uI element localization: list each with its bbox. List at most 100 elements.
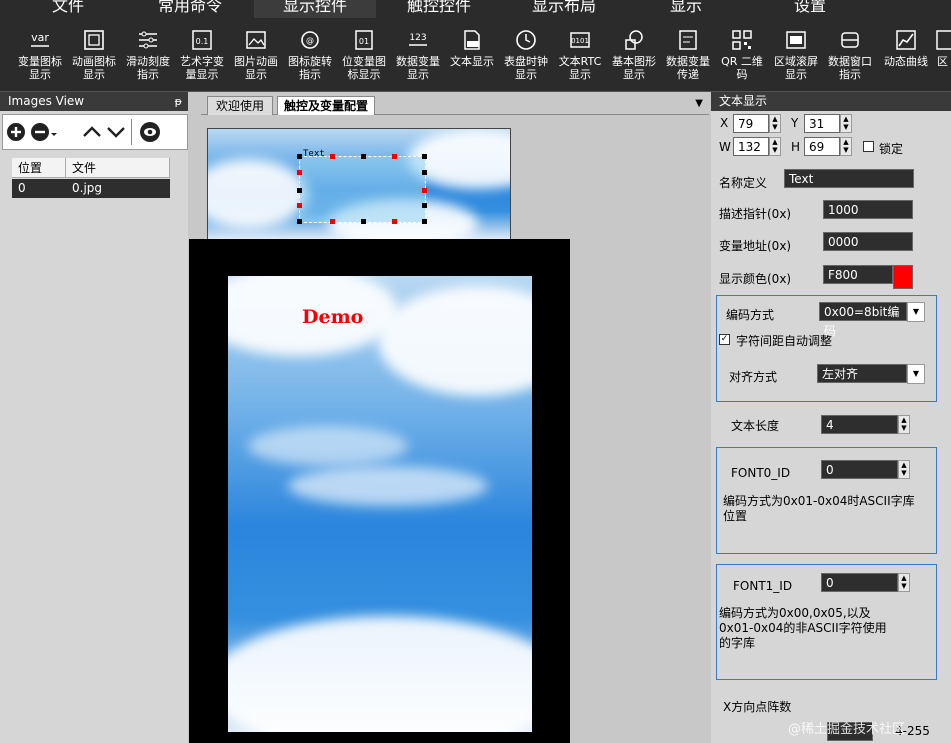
menu-touch-controls[interactable]: 触控控件 — [378, 0, 500, 18]
remove-icon[interactable] — [29, 121, 51, 143]
images-view-panel: Images View ᵽ 位置 文件 0 0.jpg — [0, 92, 188, 743]
tool-art-font-variable[interactable]: 0.1 艺术字变 量显示 — [174, 24, 230, 88]
align-select[interactable]: 左对齐 — [817, 364, 907, 383]
resize-handle[interactable] — [361, 154, 366, 159]
text-length-input[interactable]: 4 — [821, 415, 898, 434]
resize-handle[interactable] — [297, 203, 302, 208]
font0-stepper[interactable]: ▲ ▼ — [898, 460, 910, 479]
tab-welcome[interactable]: 欢迎使用 — [207, 96, 273, 115]
resize-handle[interactable] — [422, 188, 427, 193]
tool-animation-icon-display[interactable]: 动画图标 显示 — [66, 24, 122, 88]
chevron-down-icon[interactable]: ▼ — [907, 302, 925, 322]
color-swatch[interactable] — [893, 265, 913, 289]
tool-slider-scale[interactable]: 滑动刻度 指示 — [120, 24, 176, 88]
tool-data-variable-display[interactable]: 123 数据变量 显示 — [390, 24, 446, 88]
desc-pointer-input[interactable]: 1000 — [823, 200, 913, 219]
dropdown-caret-icon[interactable] — [49, 121, 59, 143]
resize-handle[interactable] — [392, 154, 397, 159]
resize-handle[interactable] — [422, 170, 427, 175]
resize-handle[interactable] — [297, 188, 302, 193]
resize-handle[interactable] — [422, 154, 427, 159]
column-header-position[interactable]: 位置 — [12, 158, 66, 178]
font1-input[interactable]: 0 — [821, 573, 898, 592]
x-input[interactable]: 79 — [733, 114, 769, 133]
h-input[interactable]: 69 — [804, 137, 840, 156]
w-input[interactable]: 132 — [733, 137, 769, 156]
menu-file[interactable]: 文件 — [20, 0, 116, 18]
resize-handle[interactable] — [330, 154, 335, 159]
w-stepper[interactable]: ▲ ▼ — [769, 137, 781, 156]
tab-touch-variable-config[interactable]: 触控及变量配置 — [277, 96, 375, 115]
menu-common-commands[interactable]: 常用命令 — [132, 0, 248, 18]
menu-settings[interactable]: 设置 — [762, 0, 858, 18]
x-stepper[interactable]: ▲ ▼ — [769, 114, 781, 133]
resize-handle[interactable] — [297, 219, 302, 224]
menu-display-layout[interactable]: 显示布局 — [504, 0, 624, 18]
tool-text-display[interactable]: 文本显示 — [444, 24, 500, 88]
resize-handle[interactable] — [330, 219, 335, 224]
tool-bit-variable-icon[interactable]: 01 位变量图 标显示 — [336, 24, 392, 88]
tool-label: 区域滚屏 显示 — [774, 55, 818, 81]
tool-label: 基本图形 显示 — [612, 55, 656, 81]
tool-label: 数据窗口 指示 — [828, 55, 872, 81]
menu-bar: 文件 常用命令 显示控件 触控控件 显示布局 显示 设置 — [0, 0, 951, 18]
font0-label: FONT0_ID — [731, 466, 791, 480]
font1-description: 编码方式为0x00,0x05,以及0x01-0x04的非ASCII字符使用的字库 — [719, 606, 887, 650]
x-dots-label: X方向点阵数 — [723, 700, 792, 714]
tool-text-rtc[interactable]: 0101 文本RTC 显示 — [552, 24, 608, 88]
var-addr-input[interactable]: 0000 — [823, 232, 913, 251]
y-input[interactable]: 31 — [804, 114, 840, 133]
move-up-icon[interactable] — [81, 121, 103, 143]
tool-label: 滑动刻度 指示 — [126, 55, 170, 81]
tool-area[interactable]: 区 — [934, 24, 951, 88]
text-widget-selection[interactable] — [297, 154, 427, 224]
resize-handle[interactable] — [392, 219, 397, 224]
basic-shape-icon — [625, 30, 643, 50]
tool-data-window[interactable]: 数据窗口 指示 — [822, 24, 878, 88]
tool-image-animation[interactable]: 图片动画 显示 — [228, 24, 284, 88]
y-stepper[interactable]: ▲ ▼ — [840, 114, 852, 133]
font0-input[interactable]: 0 — [821, 460, 898, 479]
resize-handle[interactable] — [361, 219, 366, 224]
menu-display-controls[interactable]: 显示控件 — [254, 0, 376, 18]
menu-display[interactable]: 显示 — [640, 0, 732, 18]
font1-stepper[interactable]: ▲ ▼ — [898, 573, 910, 592]
add-icon[interactable] — [5, 121, 27, 143]
auto-spacing-checkbox[interactable]: ✓ — [719, 334, 730, 345]
cloud — [378, 286, 532, 396]
move-down-icon[interactable] — [105, 121, 127, 143]
resize-handle[interactable] — [297, 154, 302, 159]
pin-icon[interactable]: ᵽ — [175, 92, 182, 111]
chevron-down-icon[interactable]: ▼ — [907, 364, 925, 384]
tool-data-transfer[interactable]: 数据变量 传递 — [660, 24, 716, 88]
tool-label: 动态曲线 — [884, 55, 928, 68]
design-canvas[interactable]: Text — [207, 128, 511, 240]
tool-icon-rotate[interactable]: @ 图标旋转 指示 — [282, 24, 338, 88]
tool-dial-clock[interactable]: 表盘时钟 显示 — [498, 24, 554, 88]
tool-label: 动画图标 显示 — [72, 55, 116, 81]
encoding-select[interactable]: 0x00=8bit编码 — [819, 302, 907, 338]
table-cell-file[interactable]: 0.jpg — [66, 179, 170, 198]
slider-scale-icon — [139, 31, 157, 49]
tool-qr-code[interactable]: QR 二维 码 — [714, 24, 770, 88]
tool-basic-shape[interactable]: 基本图形 显示 — [606, 24, 662, 88]
name-input[interactable]: Text — [784, 169, 914, 188]
tool-dynamic-curve[interactable]: 动态曲线 — [878, 24, 934, 88]
svg-text:0101: 0101 — [571, 37, 589, 45]
data-variable-icon: 123 — [409, 33, 427, 46]
h-stepper[interactable]: ▲ ▼ — [840, 137, 852, 156]
column-header-file[interactable]: 文件 — [66, 158, 170, 178]
resize-handle[interactable] — [422, 219, 427, 224]
text-length-stepper[interactable]: ▲ ▼ — [898, 415, 910, 434]
watermark: @稀土掘金技术社区 — [788, 722, 906, 737]
tool-variable-icon-display[interactable]: var 变量图标 显示 — [12, 24, 68, 88]
color-input[interactable]: F800 — [823, 265, 893, 284]
tool-scroll-region[interactable]: 区域滚屏 显示 — [768, 24, 824, 88]
lock-checkbox[interactable] — [863, 141, 874, 152]
table-cell-position[interactable]: 0 — [12, 179, 66, 198]
chevron-down-icon[interactable]: ▼ — [695, 98, 703, 109]
resize-handle[interactable] — [422, 203, 427, 208]
bit-variable-icon: 01 — [355, 30, 373, 50]
eye-icon[interactable] — [139, 121, 161, 143]
resize-handle[interactable] — [297, 170, 302, 175]
